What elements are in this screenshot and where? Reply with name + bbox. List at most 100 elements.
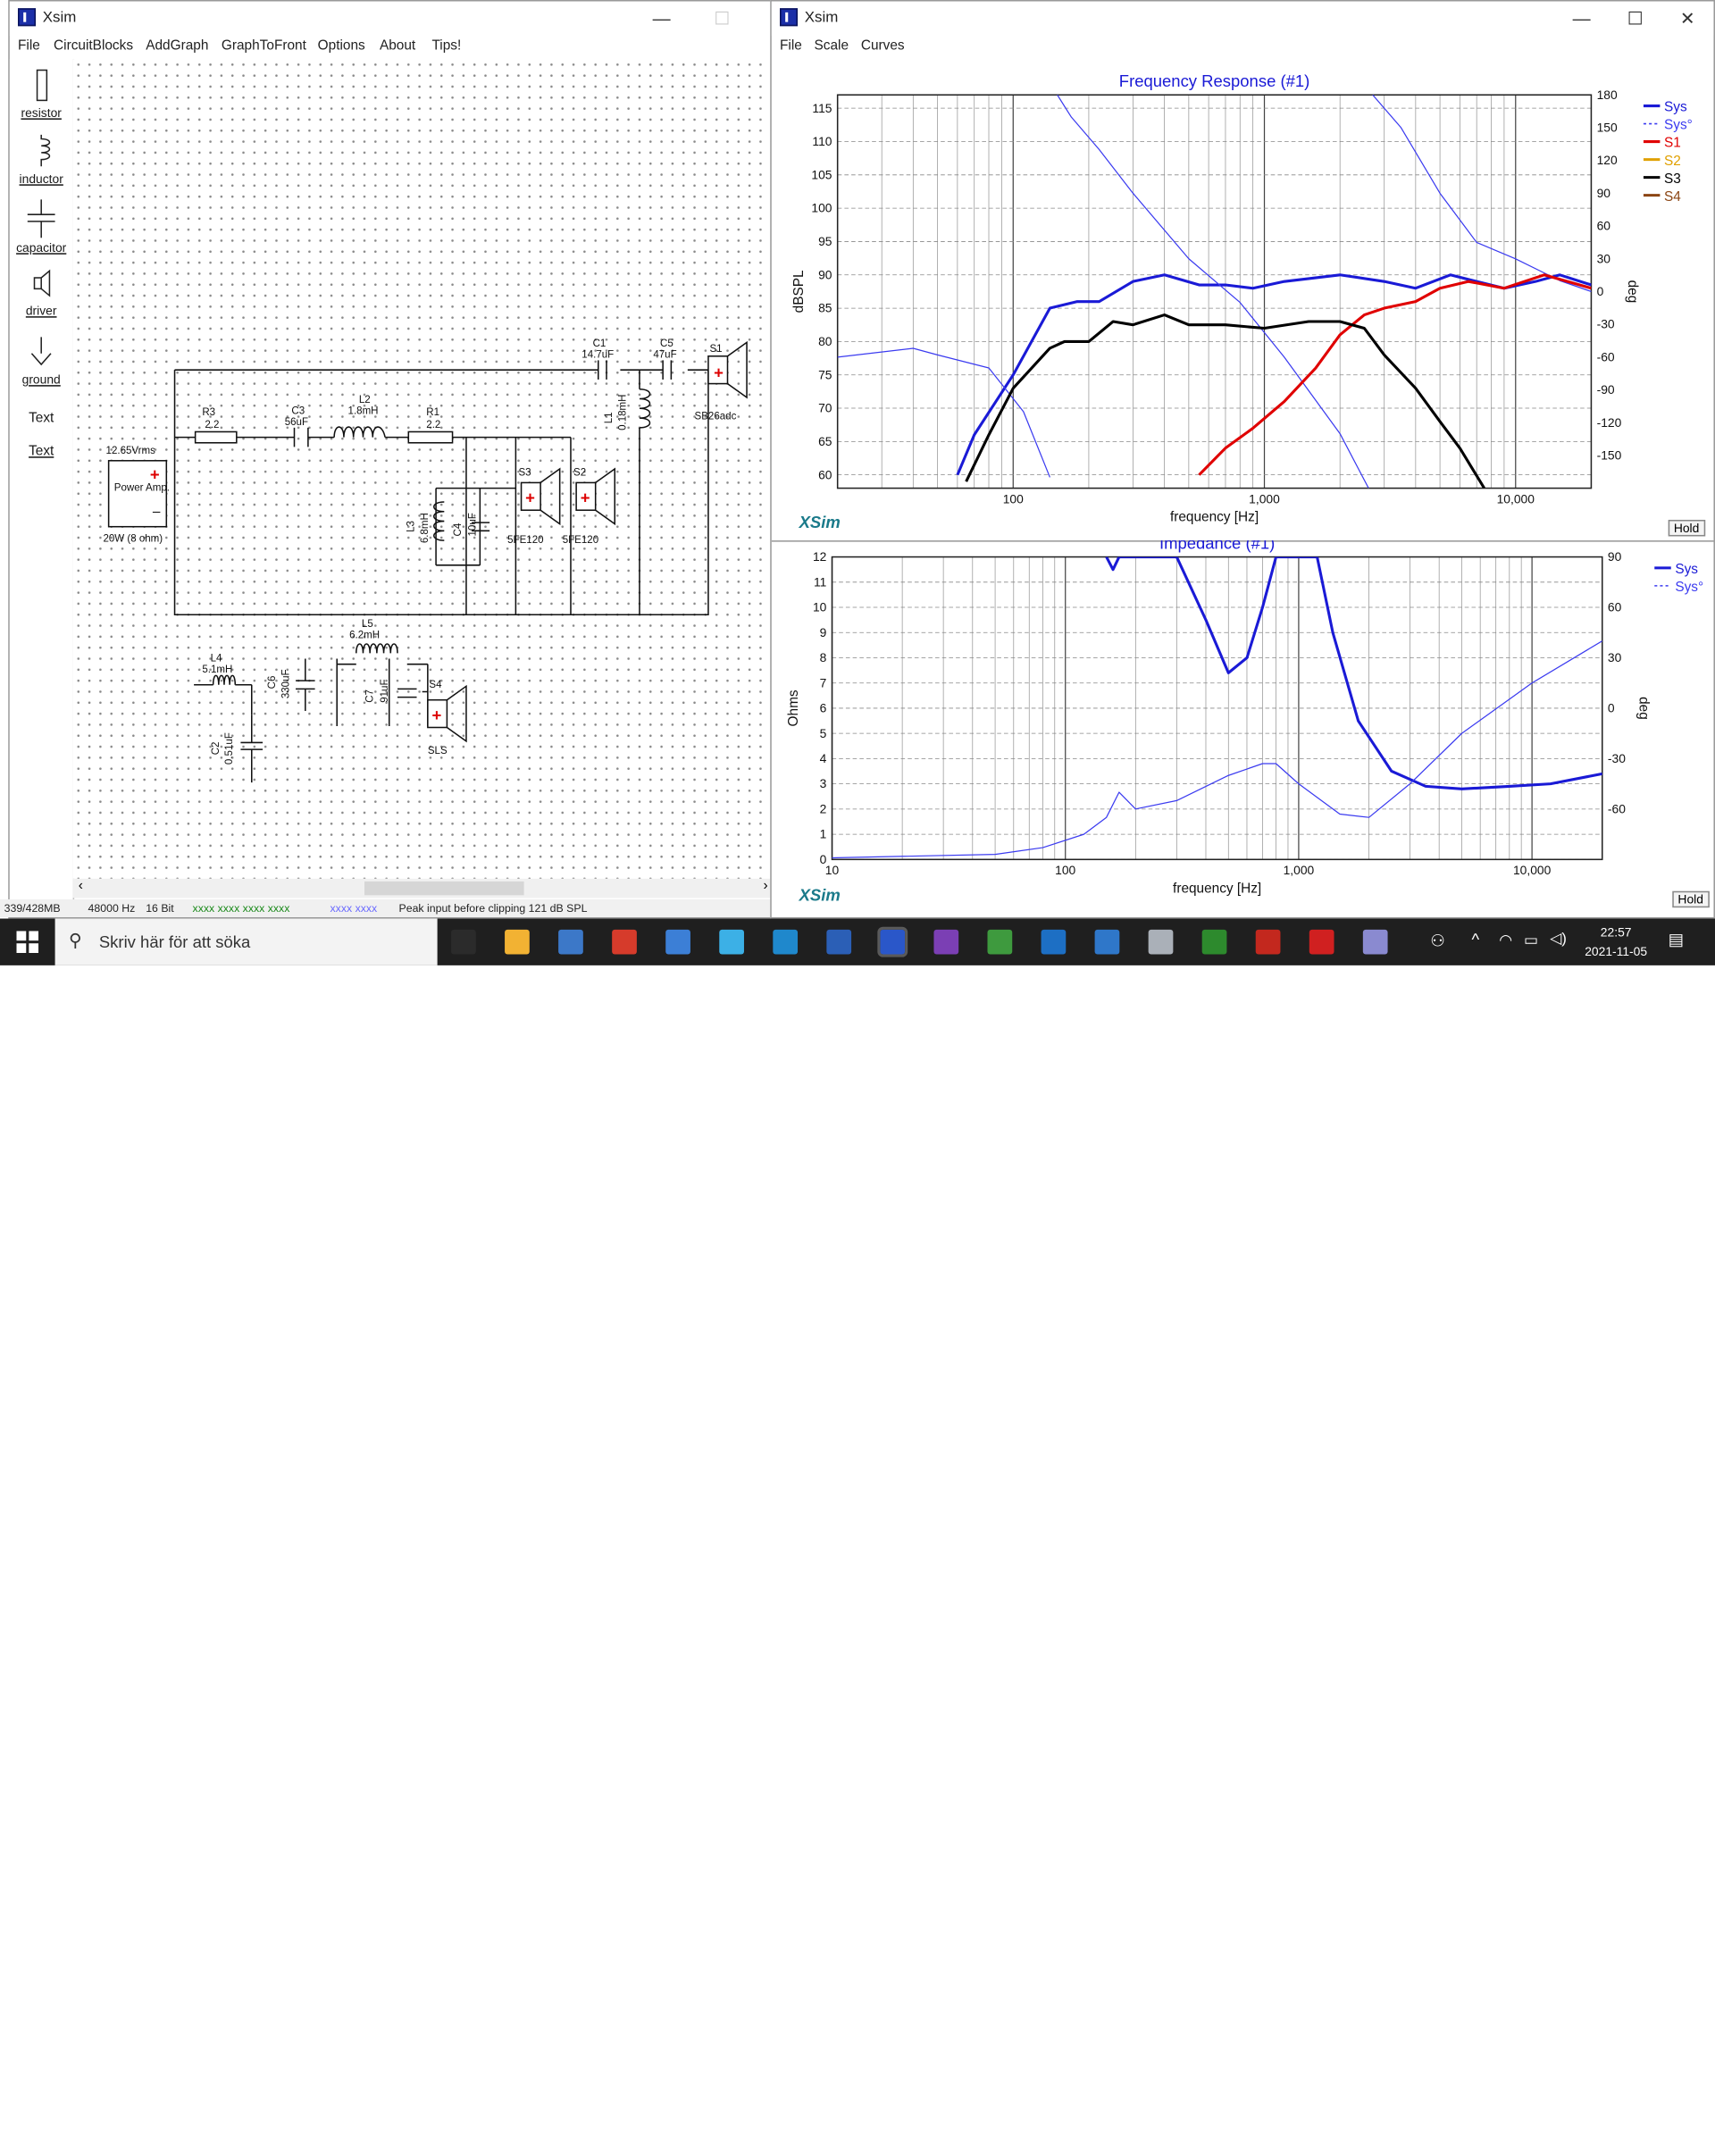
fr-hold-button[interactable]: Hold [1668,520,1705,537]
fr-y-tick-label: 110 [812,134,832,148]
title-bar[interactable]: Xsim — ☐ [9,1,781,37]
fr-y2-tick-label: -60 [1597,349,1615,364]
menu-options[interactable]: Options [318,38,365,54]
resistor-r3[interactable] [194,430,238,444]
power-amp[interactable]: +– [107,460,168,528]
imp-y-tick-label: 10 [813,600,827,614]
taskbar-file-explorer-icon[interactable] [505,929,530,955]
clock[interactable]: 22:57 2021-11-05 [1582,923,1651,961]
taskbar-word-icon[interactable] [826,929,852,955]
graph-title-bar[interactable]: Xsim — ☐ ✕ [771,1,1714,37]
schematic-canvas[interactable]: + + + + + – 12.65Vrms Power Amp. 20W (8 … [72,59,772,879]
imp-legend-label-1: Sys° [1675,580,1703,595]
notification-icon[interactable]: ▤ [1669,930,1684,949]
fr-x-tick-label: 1,000 [1249,492,1280,506]
capacitor-c3[interactable] [293,427,309,447]
capacitor-c2[interactable] [240,714,264,750]
l4-name: L4 [211,654,222,664]
graph-menu-bar: File Scale Curves [772,36,1714,59]
search-placeholder: Skriv här för att söka [98,932,251,952]
capacitor-c6[interactable] [296,658,315,712]
imp-y-tick-label: 11 [814,574,827,589]
clock-date: 2021-11-05 [1585,944,1648,959]
taskbar-onenote-icon[interactable] [933,929,959,955]
r3-value: 2.2 [205,420,219,430]
taskbar-xsim-icon[interactable] [877,926,908,957]
taskbar-app-red-icon[interactable] [612,929,637,955]
r3-name: R3 [202,407,215,418]
status-message: Peak input before clipping 121 dB SPL [398,902,588,915]
volume-icon[interactable]: ◁) [1550,930,1567,947]
scroll-thumb[interactable] [364,881,524,896]
scroll-left-arrow[interactable]: ‹ [79,879,83,894]
resistor-r1[interactable] [407,430,454,444]
inductor-l1[interactable] [639,388,651,429]
taskbar-app-triangle-icon[interactable] [1309,929,1334,955]
taskbar-app-l-icon[interactable] [773,929,799,955]
capacitor-c1[interactable] [597,360,607,380]
c5-value: 47uF [653,349,676,360]
c5-name: C5 [660,338,673,349]
taskbar-store-icon[interactable] [558,929,583,955]
fr-y-tick-label: 75 [818,367,832,381]
palette-driver[interactable]: driver [10,268,73,318]
fr-legend-label-3: S2 [1664,154,1681,169]
graph-menu-curves[interactable]: Curves [861,38,905,54]
fr-plot-frame [836,94,1593,489]
people-icon[interactable]: ⚇ [1430,931,1445,950]
maximize-button[interactable]: ☐ [691,2,752,36]
palette-resistor[interactable]: resistor [10,67,73,120]
imp-y2-tick-label: 0 [1608,701,1615,715]
horizontal-scrollbar[interactable]: ‹ › [72,878,781,898]
menu-graphtofront[interactable]: GraphToFront [222,38,306,54]
palette-text[interactable]: Text [10,411,73,426]
taskbar-outlook-icon[interactable] [1041,929,1067,955]
menu-file[interactable]: File [18,38,40,54]
taskbar-scanner-icon[interactable] [1148,929,1174,955]
capacitor-c5[interactable] [662,360,673,380]
c6-name: C6 [267,676,278,689]
palette-ground[interactable]: ground [10,337,73,387]
graph-menu-scale[interactable]: Scale [815,38,849,54]
menu-about[interactable]: About [380,38,415,54]
start-button[interactable] [16,931,39,954]
taskbar-photos-icon[interactable] [1094,929,1120,955]
palette-inductor[interactable]: inductor [10,133,73,186]
fr-y2-tick-label: -150 [1597,448,1622,463]
menu-addgraph[interactable]: AddGraph [146,38,208,54]
scroll-right-arrow[interactable]: › [764,879,768,894]
menu-tips[interactable]: Tips! [431,38,461,54]
inductor-l4[interactable] [212,674,237,685]
imp-y-tick-label: 2 [820,801,827,815]
taskbar-chrome-icon[interactable] [987,929,1013,955]
taskbar-task-view-icon[interactable] [451,929,476,955]
graph-close-button[interactable]: ✕ [1657,2,1713,36]
driver-s4[interactable]: + [427,684,467,743]
taskbar-acrobat-icon[interactable] [1255,929,1281,955]
chevron-up-icon[interactable]: ^ [1471,930,1479,949]
inductor-l2[interactable] [333,426,386,438]
capacitor-c7[interactable] [397,688,417,698]
wifi-icon[interactable]: ◠ [1499,931,1512,948]
impedance-chart: 0123456789101112 9060300-30-6010 100 1,000 1… [786,533,1703,896]
battery-icon[interactable]: ▭ [1524,931,1538,948]
palette-capacitor[interactable]: capacitor [10,199,73,255]
taskbar-mail-icon[interactable] [665,929,690,955]
taskbar-rew-icon[interactable] [1201,929,1227,955]
search-box[interactable]: ⚲ Skriv här för att söka [54,918,438,965]
menu-circuitblocks[interactable]: CircuitBlocks [54,38,133,54]
graph-menu-file[interactable]: File [780,38,802,54]
minimize-button[interactable]: — [632,2,692,36]
fr-y-tick-label: 115 [812,101,832,115]
taskbar-paint-icon[interactable] [1362,929,1388,955]
graph-minimize-button[interactable]: — [1552,2,1612,36]
imp-hold-button[interactable]: Hold [1672,890,1710,908]
taskbar-edge-icon[interactable] [719,929,744,955]
inductor-l5[interactable] [356,643,398,654]
s4-name: S4 [429,680,442,690]
palette-text-link[interactable]: Text [10,444,73,459]
imp-x-tick-label: 10,000 [1513,863,1552,877]
imp-y-axis-label: Ohms [786,689,801,726]
svg-text:+: + [714,363,724,381]
fr-y-tick-label: 85 [818,301,832,315]
